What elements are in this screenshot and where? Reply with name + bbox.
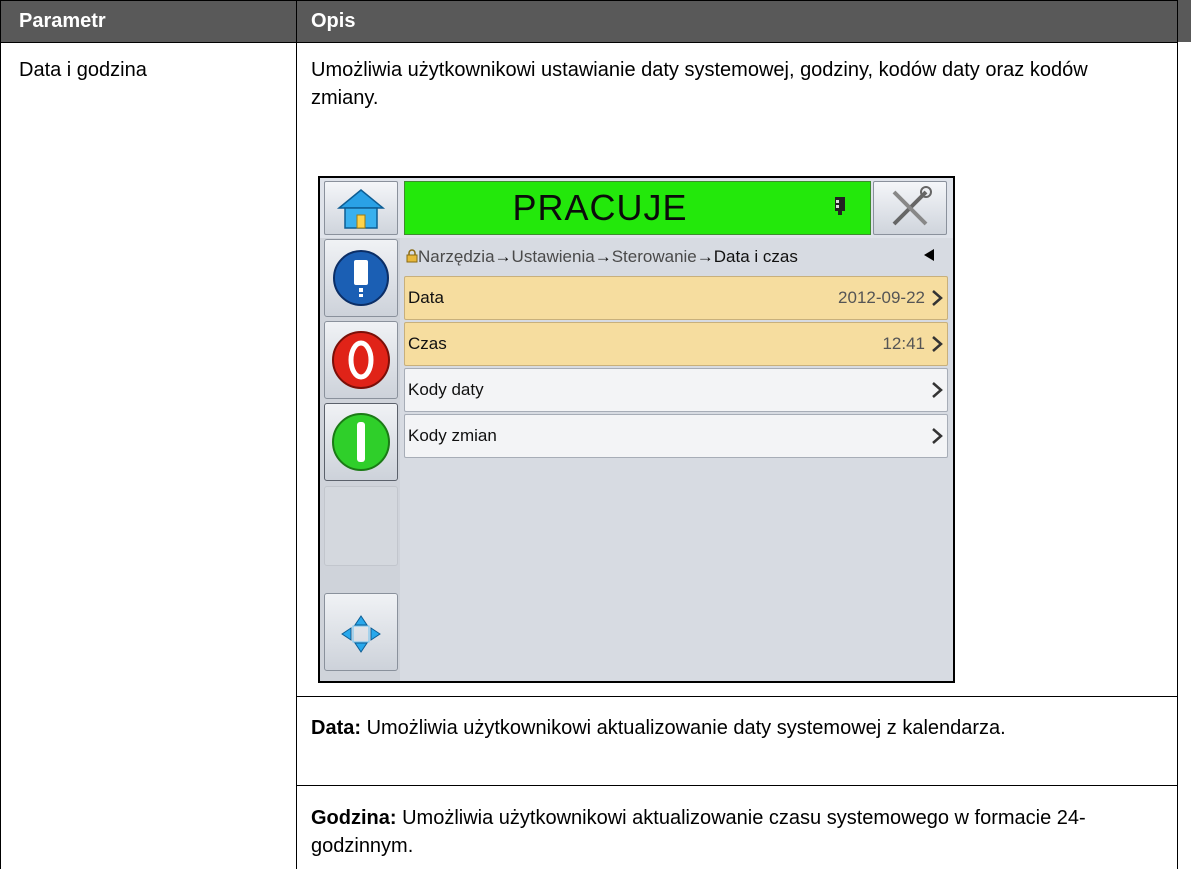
- navigation-button[interactable]: [324, 593, 398, 671]
- breadcrumb-sep-1: →: [594, 247, 612, 266]
- device-main: Narzędzia→Ustawienia→Sterowanie→Data i c…: [400, 238, 953, 681]
- data-desc-text: Umożliwia użytkownikowi aktualizowanie d…: [361, 717, 1006, 739]
- chevron-right-icon: [932, 336, 943, 352]
- stop-button[interactable]: [324, 321, 398, 399]
- header-opis: Opis: [297, 0, 1191, 42]
- chevron-right-icon: [932, 290, 943, 306]
- param-name: Data i godzina: [19, 59, 147, 81]
- tools-icon: [892, 186, 932, 226]
- header-divider: [0, 42, 1178, 43]
- stop-icon: [332, 331, 390, 389]
- device-sidebar: [320, 238, 400, 681]
- breadcrumb-sep-2: →: [696, 247, 714, 266]
- start-button[interactable]: [324, 403, 398, 481]
- menu-row-kody-zmian[interactable]: Kody zmian: [404, 414, 948, 458]
- chevron-right-icon: [932, 382, 943, 398]
- start-icon: [332, 413, 390, 471]
- navigation-icon: [341, 615, 381, 653]
- data-term: Data:: [311, 717, 362, 739]
- header-parametr: Parametr: [1, 0, 305, 42]
- blank-button-1: [324, 486, 398, 566]
- param-description: Umożliwia użytkownikowi ustawianie daty …: [311, 59, 1088, 109]
- device-screenshot: PRACUJE Narzędzia→Ustawienia→Sterowanie→…: [318, 176, 955, 683]
- row-label: Kody zmian: [408, 426, 497, 445]
- status-text: PRACUJE: [512, 187, 688, 228]
- row-label: Czas: [408, 334, 447, 353]
- menu-row-data[interactable]: Data 2012-09-22: [404, 276, 948, 320]
- menu-row-kody-daty[interactable]: Kody daty: [404, 368, 948, 412]
- table-border-right: [1177, 0, 1178, 869]
- row-value: 2012-09-22: [838, 288, 925, 307]
- info-book-icon: [333, 250, 389, 306]
- chevron-right-icon: [932, 428, 943, 444]
- breadcrumb-sep-0: →: [494, 247, 512, 266]
- row-label: Data: [408, 288, 444, 307]
- breadcrumb: Narzędzia→Ustawienia→Sterowanie→Data i c…: [406, 244, 798, 270]
- table-column-divider: [296, 0, 297, 869]
- godzina-desc-text: Umożliwia użytkownikowi aktualizowanie c…: [311, 807, 1086, 857]
- breadcrumb-item-3: Data i czas: [713, 247, 798, 266]
- parameter-table: Parametr Opis Data i godzina Umożliwia u…: [0, 0, 1198, 869]
- tools-button[interactable]: [873, 181, 947, 235]
- device-top-bar: PRACUJE: [320, 178, 953, 238]
- status-bar[interactable]: PRACUJE: [404, 181, 871, 235]
- data-description: Data: Umożliwia użytkownikowi aktualizow…: [311, 714, 1141, 742]
- row-divider-2: [296, 785, 1178, 786]
- breadcrumb-item-1[interactable]: Ustawienia: [512, 247, 595, 266]
- table-border-left: [0, 0, 1, 869]
- back-button[interactable]: [923, 244, 935, 270]
- godzina-description: Godzina: Umożliwia użytkownikowi aktuali…: [311, 804, 1171, 860]
- menu-row-czas[interactable]: Czas 12:41: [404, 322, 948, 366]
- table-border-top: [0, 0, 1178, 1]
- row-divider-1: [296, 696, 1178, 697]
- left-triangle-icon: [924, 249, 934, 261]
- lock-icon: [406, 249, 418, 263]
- info-button[interactable]: [324, 239, 398, 317]
- row-label: Kody daty: [408, 380, 484, 399]
- breadcrumb-item-0[interactable]: Narzędzia: [418, 247, 495, 266]
- home-button[interactable]: [324, 181, 398, 235]
- godzina-term: Godzina:: [311, 807, 397, 829]
- ink-cartridge-icon: [835, 197, 845, 215]
- breadcrumb-item-2[interactable]: Sterowanie: [612, 247, 697, 266]
- row-value: 12:41: [882, 334, 925, 353]
- home-icon: [336, 189, 386, 229]
